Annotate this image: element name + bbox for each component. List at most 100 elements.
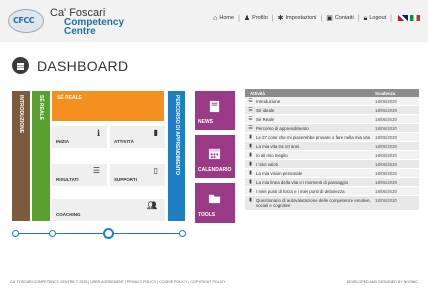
- progress-step-current[interactable]: [103, 228, 114, 239]
- table-row[interactable]: ☰ Introduzione 18/05/2020: [245, 97, 419, 106]
- activity-title: I miei valori: [256, 161, 279, 167]
- introduzione-strip[interactable]: INTRODUZIONE: [12, 91, 30, 221]
- menu-icon[interactable]: [12, 57, 29, 74]
- table-row[interactable]: ▮ Le 27 cose che mi piacerebbe provare o …: [245, 133, 419, 142]
- news-widget[interactable]: NEWS: [195, 91, 235, 130]
- activity-title: Io ali mio meglio: [256, 152, 288, 158]
- calendario-label: CALENDARIO: [198, 167, 232, 173]
- list-icon: ☰: [92, 166, 100, 175]
- activity-title: Introduzione: [256, 98, 281, 104]
- logo-mark: CFCC: [8, 9, 44, 33]
- progress-track: [12, 228, 186, 240]
- list-icon: ☰: [248, 107, 253, 113]
- activity-title: Sé ideale: [256, 107, 275, 113]
- nav-logout[interactable]: 🔒︎ Logout: [364, 15, 387, 22]
- nav-impostazioni-label: Impostazioni: [285, 15, 317, 21]
- activity-title: Questionario di autovalutazione delle co…: [256, 197, 371, 209]
- document-icon: ▮: [153, 128, 158, 137]
- table-row[interactable]: ☰ Sé Reale 18/05/2020: [245, 115, 419, 124]
- page-title: DASHBOARD: [37, 57, 129, 74]
- column-header-attivita: Attività: [250, 90, 265, 96]
- nav-contatti-label: Contatti: [334, 15, 354, 21]
- activity-title: Percorso di apprendimento: [256, 125, 309, 131]
- table-row[interactable]: ▮ La mia vita tra 10 anni 18/05/2020: [245, 142, 419, 151]
- progress-line: [16, 233, 182, 234]
- user-icon: ♟: [243, 14, 251, 22]
- table-row[interactable]: ▮ I miei punti di forza e i miei punti di…: [245, 187, 419, 196]
- home-icon: ⌂: [213, 14, 218, 22]
- table-row[interactable]: ▮ La mia vision personale 18/05/2020: [245, 169, 419, 178]
- calendario-widget[interactable]: CALENDARIO: [195, 135, 235, 178]
- calendar-icon: [208, 148, 221, 160]
- tile-inizia[interactable]: i INIZIA: [52, 126, 107, 148]
- se-reale-header[interactable]: SÉ REALE: [52, 91, 164, 121]
- document-icon: ▮: [249, 170, 252, 176]
- list-icon: ☰: [248, 98, 253, 104]
- percorso-strip[interactable]: PERCORSO DI APPRENDIMENTO: [168, 91, 185, 221]
- gear-icon: ✱: [277, 14, 284, 22]
- document-icon: ▮: [249, 188, 252, 194]
- english-flag-icon[interactable]: [398, 15, 408, 21]
- activity-date: 18/05/2020: [375, 197, 397, 203]
- header-bar: CFCC Ca' Foscari Competency Centre ⌂ Hom…: [0, 0, 428, 42]
- list-icon: ☰: [248, 116, 253, 122]
- table-header: Attività Scadenza: [245, 89, 419, 97]
- tools-widget[interactable]: TOOLS: [195, 183, 235, 223]
- footer: CA' FOSCARI COMPETENCY CENTRE © 2015 | U…: [0, 276, 428, 289]
- top-nav: ⌂ Home | ♟ Profilo | ✱ Impostazioni | ▣ …: [213, 12, 420, 24]
- tile-risultati[interactable]: ☰ RISULTATI: [52, 164, 107, 186]
- nav-separator: |: [390, 14, 392, 22]
- nav-home[interactable]: ⌂ Home: [213, 15, 234, 22]
- tile-coaching[interactable]: 👥︎ COACHING: [52, 199, 165, 221]
- activity-date: 18/05/2020: [375, 143, 397, 149]
- tile-supporti[interactable]: ▯ SUPPORTI: [110, 164, 165, 186]
- tile-supporti-label: SUPPORTI: [114, 177, 138, 182]
- percorso-label: PERCORSO DI APPRENDIMENTO: [174, 95, 180, 176]
- table-row[interactable]: ▮ Io ali mio meglio 18/05/2020: [245, 151, 419, 160]
- table-row[interactable]: ▮ I miei valori 18/05/2020: [245, 160, 419, 169]
- nav-profilo[interactable]: ♟ Profilo: [244, 15, 268, 22]
- tile-coaching-label: COACHING: [56, 212, 81, 217]
- nav-impostazioni[interactable]: ✱ Impostazioni: [278, 15, 317, 22]
- activity-date: 18/05/2020: [375, 179, 397, 185]
- tile-attivita-label: ATTIVITÀ: [114, 139, 134, 144]
- page-header: DASHBOARD: [12, 57, 128, 74]
- document-icon: ▮: [249, 134, 252, 140]
- logo-badge: CFCC: [13, 16, 35, 25]
- activity-title: La mia vision personale: [256, 170, 303, 176]
- tools-label: TOOLS: [198, 212, 216, 218]
- progress-step[interactable]: [179, 230, 186, 237]
- progress-step[interactable]: [12, 230, 19, 237]
- activity-title: I miei punti di forza e i miei punti di …: [256, 188, 345, 194]
- folder-icon: [208, 194, 221, 204]
- document-icon: ▮: [249, 179, 252, 185]
- italian-flag-icon[interactable]: [410, 15, 420, 21]
- tile-risultati-label: RISULTATI: [56, 177, 79, 182]
- table-row[interactable]: ☰ Percorso di apprendimento 18/05/2020: [245, 124, 419, 133]
- progress-step[interactable]: [49, 230, 56, 237]
- table-row[interactable]: ▮ La mia linea della vita e i momenti di …: [245, 178, 419, 187]
- footer-credit: DEVELOPED AND DESIGNED BY NOONIC: [346, 280, 418, 284]
- news-label: NEWS: [198, 119, 213, 125]
- lock-icon: 🔒︎: [363, 14, 368, 22]
- document-icon: ▮: [249, 197, 252, 203]
- footer-links[interactable]: CA' FOSCARI COMPETENCY CENTRE © 2015 | U…: [10, 280, 226, 284]
- activity-date: 18/05/2020: [375, 161, 397, 167]
- group-icon: 👥︎: [146, 201, 157, 210]
- nav-contatti[interactable]: ▣ Contatti: [326, 15, 354, 22]
- table-row[interactable]: ▮ Questionario di autovalutazione delle c…: [245, 196, 419, 211]
- logo[interactable]: CFCC Ca' Foscari Competency Centre: [8, 6, 158, 38]
- se-reale-strip[interactable]: SÉ REALE: [32, 91, 50, 221]
- activity-date: 18/05/2020: [375, 107, 397, 113]
- nav-profilo-label: Profilo: [252, 15, 268, 21]
- activity-date: 18/05/2020: [375, 152, 397, 158]
- nav-separator: |: [271, 14, 274, 22]
- tile-attivita[interactable]: ▮ ATTIVITÀ: [110, 126, 165, 148]
- nav-separator: |: [357, 14, 360, 22]
- activity-date: 18/05/2020: [375, 98, 397, 104]
- bookmark-icon: ▯: [153, 166, 158, 175]
- table-row[interactable]: ☰ Sé ideale 18/05/2020: [245, 106, 419, 115]
- activity-title: Sé Reale: [256, 116, 275, 122]
- activity-date: 18/05/2020: [375, 170, 397, 176]
- logo-line3: Centre: [64, 26, 96, 37]
